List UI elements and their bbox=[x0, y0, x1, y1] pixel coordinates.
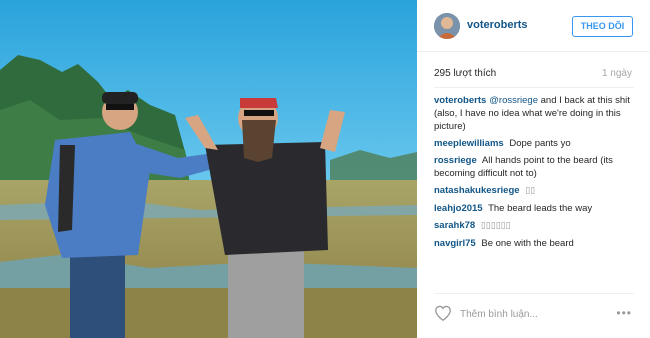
photo-scene bbox=[0, 0, 417, 338]
add-comment-input[interactable] bbox=[460, 306, 600, 322]
comment-item: sarahk78 ▯▯▯▯▯▯ bbox=[434, 219, 639, 233]
comment-mention[interactable]: @rossriege bbox=[489, 95, 538, 106]
comment-list: voteroberts @rossriege and I back at this… bbox=[434, 94, 639, 254]
follow-button[interactable]: THEO DÕI bbox=[572, 16, 633, 37]
comment-item: natashakukesriege ▯▯ bbox=[434, 184, 639, 198]
comment-username[interactable]: leahjo2015 bbox=[434, 203, 483, 214]
comment-item: voteroberts @rossriege and I back at this… bbox=[434, 94, 639, 133]
comment-username[interactable]: meeplewilliams bbox=[434, 138, 504, 149]
post-photo[interactable] bbox=[0, 0, 417, 338]
divider bbox=[434, 87, 634, 88]
comment-username[interactable]: rossriege bbox=[434, 155, 477, 166]
post-header: voteroberts THEO DÕI bbox=[417, 0, 650, 52]
more-options-icon[interactable]: ••• bbox=[616, 306, 632, 320]
post-details-panel: voteroberts THEO DÕI 295 lượt thích 1 ng… bbox=[417, 0, 650, 338]
post-meta: 295 lượt thích 1 ngày bbox=[434, 68, 634, 82]
post-footer: ••• bbox=[434, 302, 634, 326]
comment-item: meeplewilliams Dope pants yo bbox=[434, 137, 639, 150]
comment-item: navgirl75 Be one with the beard bbox=[434, 237, 639, 250]
comment-username[interactable]: voteroberts bbox=[434, 95, 486, 106]
likes-count[interactable]: 295 lượt thích bbox=[434, 68, 496, 79]
comment-text: ▯▯ bbox=[525, 186, 536, 196]
post-timestamp[interactable]: 1 ngày bbox=[602, 68, 632, 79]
post-author-username[interactable]: voteroberts bbox=[467, 19, 528, 31]
comment-text: Dope pants yo bbox=[509, 138, 571, 149]
comment-text: ▯▯▯▯▯▯ bbox=[480, 221, 511, 231]
comment-text: The beard leads the way bbox=[488, 203, 593, 214]
profile-avatar[interactable] bbox=[434, 13, 460, 39]
divider bbox=[434, 293, 634, 294]
comment-item: rossriege All hands point to the beard (… bbox=[434, 154, 639, 180]
comment-username[interactable]: navgirl75 bbox=[434, 238, 476, 249]
heart-icon[interactable] bbox=[434, 305, 452, 322]
comment-item: leahjo2015 The beard leads the way bbox=[434, 202, 639, 215]
comment-username[interactable]: natashakukesriege bbox=[434, 185, 520, 196]
comment-text: Be one with the beard bbox=[481, 238, 574, 249]
comment-username[interactable]: sarahk78 bbox=[434, 220, 475, 231]
